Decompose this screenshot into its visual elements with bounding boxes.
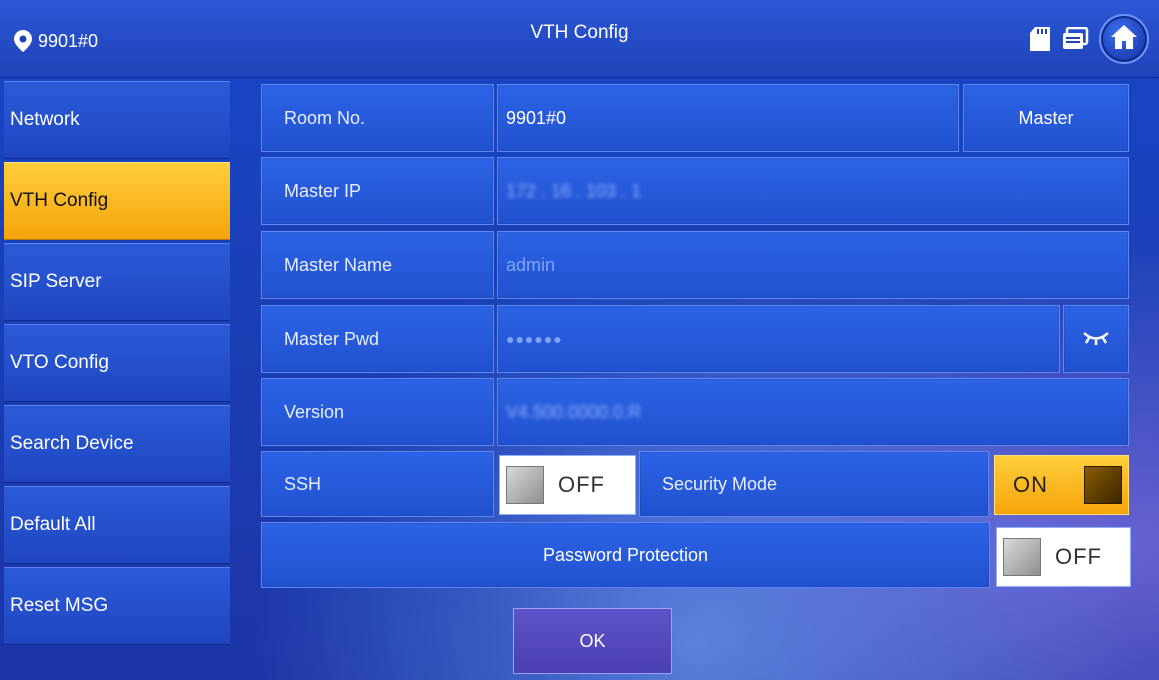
security-mode-toggle[interactable]: ON [994,455,1129,515]
room-no-value: 9901#0 [506,107,567,128]
password-protection-label-cell: Password Protection [261,522,990,588]
master-name-label-cell: Master Name [261,231,494,299]
ssh-label: SSH [284,473,322,494]
toggle-knob [1003,538,1041,576]
master-pwd-label-cell: Master Pwd [261,305,494,373]
show-password-button[interactable] [1063,305,1129,373]
version-value: V4.500.0000.0.R [506,401,642,422]
sidebar: Network VTH Config SIP Server VTO Config… [0,78,231,680]
top-bar: 9901#0 VTH Config [0,0,1159,78]
home-icon [1111,24,1137,54]
version-label-cell: Version [261,378,494,446]
sidebar-item-label: VTH Config [10,190,109,211]
sidebar-item-search-device[interactable]: Search Device [4,405,230,483]
sidebar-item-reset-msg[interactable]: Reset MSG [4,567,230,645]
status-icons [1027,14,1149,64]
master-role-button[interactable]: Master [963,84,1129,152]
master-pwd-value: ●●●●●● [506,331,563,347]
master-ip-label: Master IP [284,180,362,201]
sidebar-item-label: SIP Server [10,271,102,292]
master-name-label: Master Name [284,254,393,275]
vth-config-screen: 9901#0 VTH Config Network VTH Config SIP… [0,0,1159,680]
page-title: VTH Config [530,22,629,43]
sidebar-item-vto-config[interactable]: VTO Config [4,324,230,402]
sidebar-item-vth-config[interactable]: VTH Config [4,162,230,240]
ok-button-label: OK [579,630,606,651]
sidebar-item-network[interactable]: Network [4,81,230,159]
master-pwd-label: Master Pwd [284,328,380,349]
message-icon [1063,26,1089,52]
master-pwd-field[interactable]: ●●●●●● [497,305,1060,373]
toggle-knob [1084,466,1122,504]
sidebar-item-default-all[interactable]: Default All [4,486,230,564]
home-button[interactable] [1099,14,1149,64]
security-mode-label: Security Mode [662,473,778,494]
master-ip-field[interactable]: 172 . 16 . 103 . 1 [497,157,1129,225]
ssh-state: OFF [558,472,605,497]
security-mode-label-cell: Security Mode [639,451,989,517]
sidebar-item-label: Search Device [10,433,134,454]
room-no-label: Room No. [284,107,366,128]
sd-card-icon [1027,26,1053,52]
master-ip-value: 172 . 16 . 103 . 1 [506,180,642,201]
security-mode-state: ON [1013,472,1048,497]
password-protection-label: Password Protection [542,544,709,565]
master-ip-label-cell: Master IP [261,157,494,225]
version-field: V4.500.0000.0.R [497,378,1129,446]
version-label: Version [284,401,345,422]
ssh-label-cell: SSH [261,451,494,517]
room-no-label-cell: Room No. [261,84,494,152]
master-name-value: admin [506,254,556,275]
ok-button[interactable]: OK [513,608,672,674]
sidebar-item-sip-server[interactable]: SIP Server [4,243,230,321]
master-role-label: Master [1018,107,1074,128]
ssh-toggle[interactable]: OFF [499,455,636,515]
sidebar-item-label: VTO Config [10,352,109,373]
toggle-knob [506,466,544,504]
master-name-field[interactable]: admin [497,231,1129,299]
password-protection-toggle[interactable]: OFF [996,527,1131,587]
eye-closed-icon [1082,328,1110,351]
sidebar-item-label: Network [10,109,80,130]
password-protection-state: OFF [1055,544,1102,569]
room-no-field[interactable]: 9901#0 [497,84,959,152]
sidebar-item-label: Default All [10,514,96,535]
sidebar-item-label: Reset MSG [10,595,109,616]
